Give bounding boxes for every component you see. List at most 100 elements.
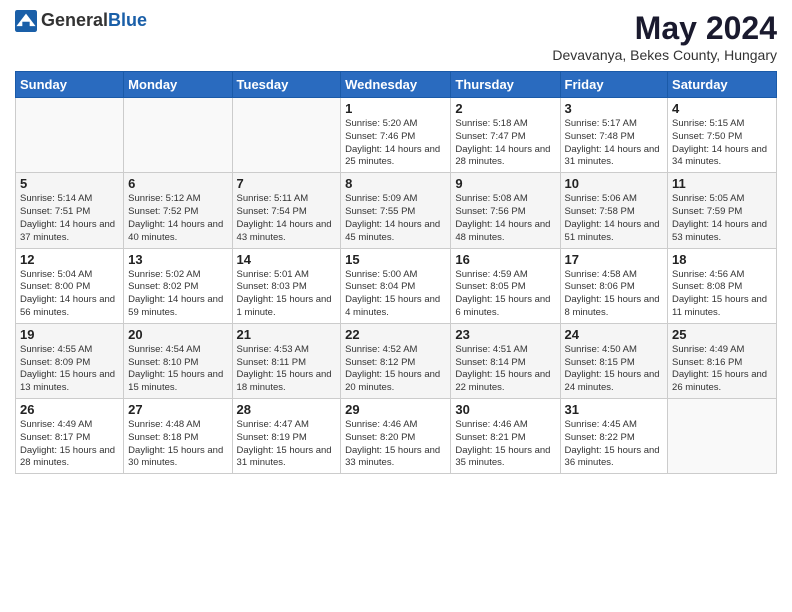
day-info: Sunrise: 4:47 AM Sunset: 8:19 PM Dayligh… [237,419,337,470]
table-row: 10Sunrise: 5:06 AM Sunset: 7:58 PM Dayli… [560,173,668,248]
table-row: 17Sunrise: 4:58 AM Sunset: 8:06 PM Dayli… [560,248,668,323]
calendar-week-row: 1 Sunrise: 5:20 AM Sunset: 7:46 PM Daylig… [16,98,777,173]
day-number: 21 [237,327,337,342]
col-tuesday: Tuesday [232,72,341,98]
day-info: Sunrise: 4:56 AM Sunset: 8:08 PM Dayligh… [672,269,772,320]
day-number: 1 [345,101,446,116]
main-title: May 2024 [552,10,777,47]
day-info: Sunrise: 4:46 AM Sunset: 8:20 PM Dayligh… [345,419,446,470]
day-number: 5 [20,176,119,191]
day-number: 24 [565,327,664,342]
day-info: Sunrise: 4:51 AM Sunset: 8:14 PM Dayligh… [455,344,555,395]
table-row [16,98,124,173]
day-info: Sunrise: 5:05 AM Sunset: 7:59 PM Dayligh… [672,193,772,244]
logo: GeneralBlue [15,10,147,32]
table-row: 24Sunrise: 4:50 AM Sunset: 8:15 PM Dayli… [560,323,668,398]
day-info: Sunrise: 5:20 AM Sunset: 7:46 PM Dayligh… [345,118,446,169]
table-row: 25 Sunrise: 4:49 AM Sunset: 8:16 PM Dayli… [668,323,777,398]
table-row: 12 Sunrise: 5:04 AM Sunset: 8:00 PM Dayli… [16,248,124,323]
day-info: Sunrise: 4:59 AM Sunset: 8:05 PM Dayligh… [455,269,555,320]
day-info: Sunrise: 4:55 AM Sunset: 8:09 PM Dayligh… [20,344,119,395]
day-number: 22 [345,327,446,342]
day-info: Sunrise: 5:00 AM Sunset: 8:04 PM Dayligh… [345,269,446,320]
table-row: 23 Sunrise: 4:51 AM Sunset: 8:14 PM Dayli… [451,323,560,398]
day-number: 31 [565,402,664,417]
title-block: May 2024 Devavanya, Bekes County, Hungar… [552,10,777,63]
col-sunday: Sunday [16,72,124,98]
col-monday: Monday [124,72,232,98]
day-number: 14 [237,252,337,267]
table-row: 13 Sunrise: 5:02 AM Sunset: 8:02 PM Dayli… [124,248,232,323]
day-info: Sunrise: 5:17 AM Sunset: 7:48 PM Dayligh… [565,118,664,169]
day-number: 12 [20,252,119,267]
table-row: 8 Sunrise: 5:09 AM Sunset: 7:55 PM Daylig… [341,173,451,248]
table-row: 21 Sunrise: 4:53 AM Sunset: 8:11 PM Dayli… [232,323,341,398]
table-row: 18 Sunrise: 4:56 AM Sunset: 8:08 PM Dayli… [668,248,777,323]
day-info: Sunrise: 5:15 AM Sunset: 7:50 PM Dayligh… [672,118,772,169]
day-info: Sunrise: 5:09 AM Sunset: 7:55 PM Dayligh… [345,193,446,244]
col-saturday: Saturday [668,72,777,98]
day-info: Sunrise: 4:52 AM Sunset: 8:12 PM Dayligh… [345,344,446,395]
day-info: Sunrise: 5:02 AM Sunset: 8:02 PM Dayligh… [128,269,227,320]
table-row: 3Sunrise: 5:17 AM Sunset: 7:48 PM Daylig… [560,98,668,173]
day-info: Sunrise: 4:46 AM Sunset: 8:21 PM Dayligh… [455,419,555,470]
table-row: 19Sunrise: 4:55 AM Sunset: 8:09 PM Dayli… [16,323,124,398]
day-number: 6 [128,176,227,191]
day-number: 26 [20,402,119,417]
table-row [232,98,341,173]
col-thursday: Thursday [451,72,560,98]
logo-icon [15,10,37,32]
day-number: 13 [128,252,227,267]
table-row [124,98,232,173]
table-row: 20Sunrise: 4:54 AM Sunset: 8:10 PM Dayli… [124,323,232,398]
day-info: Sunrise: 5:08 AM Sunset: 7:56 PM Dayligh… [455,193,555,244]
day-number: 9 [455,176,555,191]
day-number: 30 [455,402,555,417]
day-info: Sunrise: 4:48 AM Sunset: 8:18 PM Dayligh… [128,419,227,470]
day-number: 11 [672,176,772,191]
table-row: 9 Sunrise: 5:08 AM Sunset: 7:56 PM Daylig… [451,173,560,248]
day-info: Sunrise: 4:53 AM Sunset: 8:11 PM Dayligh… [237,344,337,395]
calendar-week-row: 19Sunrise: 4:55 AM Sunset: 8:09 PM Dayli… [16,323,777,398]
col-wednesday: Wednesday [341,72,451,98]
day-number: 27 [128,402,227,417]
day-number: 28 [237,402,337,417]
table-row: 7 Sunrise: 5:11 AM Sunset: 7:54 PM Daylig… [232,173,341,248]
table-row: 16Sunrise: 4:59 AM Sunset: 8:05 PM Dayli… [451,248,560,323]
day-info: Sunrise: 4:49 AM Sunset: 8:16 PM Dayligh… [672,344,772,395]
table-row: 6 Sunrise: 5:12 AM Sunset: 7:52 PM Daylig… [124,173,232,248]
calendar-table: Sunday Monday Tuesday Wednesday Thursday… [15,71,777,474]
location-subtitle: Devavanya, Bekes County, Hungary [552,47,777,63]
logo-text-general: General [41,10,108,30]
day-number: 29 [345,402,446,417]
day-number: 25 [672,327,772,342]
page-header: GeneralBlue May 2024 Devavanya, Bekes Co… [15,10,777,63]
day-info: Sunrise: 5:06 AM Sunset: 7:58 PM Dayligh… [565,193,664,244]
day-number: 17 [565,252,664,267]
calendar-week-row: 12 Sunrise: 5:04 AM Sunset: 8:00 PM Dayli… [16,248,777,323]
day-number: 15 [345,252,446,267]
table-row: 29 Sunrise: 4:46 AM Sunset: 8:20 PM Dayli… [341,399,451,474]
day-number: 18 [672,252,772,267]
day-number: 8 [345,176,446,191]
table-row: 27 Sunrise: 4:48 AM Sunset: 8:18 PM Dayli… [124,399,232,474]
calendar-page: GeneralBlue May 2024 Devavanya, Bekes Co… [0,0,792,612]
table-row: 15 Sunrise: 5:00 AM Sunset: 8:04 PM Dayli… [341,248,451,323]
col-friday: Friday [560,72,668,98]
day-info: Sunrise: 4:49 AM Sunset: 8:17 PM Dayligh… [20,419,119,470]
day-number: 7 [237,176,337,191]
table-row: 31 Sunrise: 4:45 AM Sunset: 8:22 PM Dayli… [560,399,668,474]
day-number: 20 [128,327,227,342]
table-row: 1 Sunrise: 5:20 AM Sunset: 7:46 PM Daylig… [341,98,451,173]
day-info: Sunrise: 4:45 AM Sunset: 8:22 PM Dayligh… [565,419,664,470]
table-row: 2Sunrise: 5:18 AM Sunset: 7:47 PM Daylig… [451,98,560,173]
table-row: 28 Sunrise: 4:47 AM Sunset: 8:19 PM Dayli… [232,399,341,474]
table-row: 22 Sunrise: 4:52 AM Sunset: 8:12 PM Dayli… [341,323,451,398]
day-info: Sunrise: 5:11 AM Sunset: 7:54 PM Dayligh… [237,193,337,244]
day-info: Sunrise: 5:04 AM Sunset: 8:00 PM Dayligh… [20,269,119,320]
day-info: Sunrise: 5:12 AM Sunset: 7:52 PM Dayligh… [128,193,227,244]
calendar-week-row: 26 Sunrise: 4:49 AM Sunset: 8:17 PM Dayli… [16,399,777,474]
calendar-week-row: 5Sunrise: 5:14 AM Sunset: 7:51 PM Daylig… [16,173,777,248]
day-number: 23 [455,327,555,342]
table-row: 11 Sunrise: 5:05 AM Sunset: 7:59 PM Dayli… [668,173,777,248]
